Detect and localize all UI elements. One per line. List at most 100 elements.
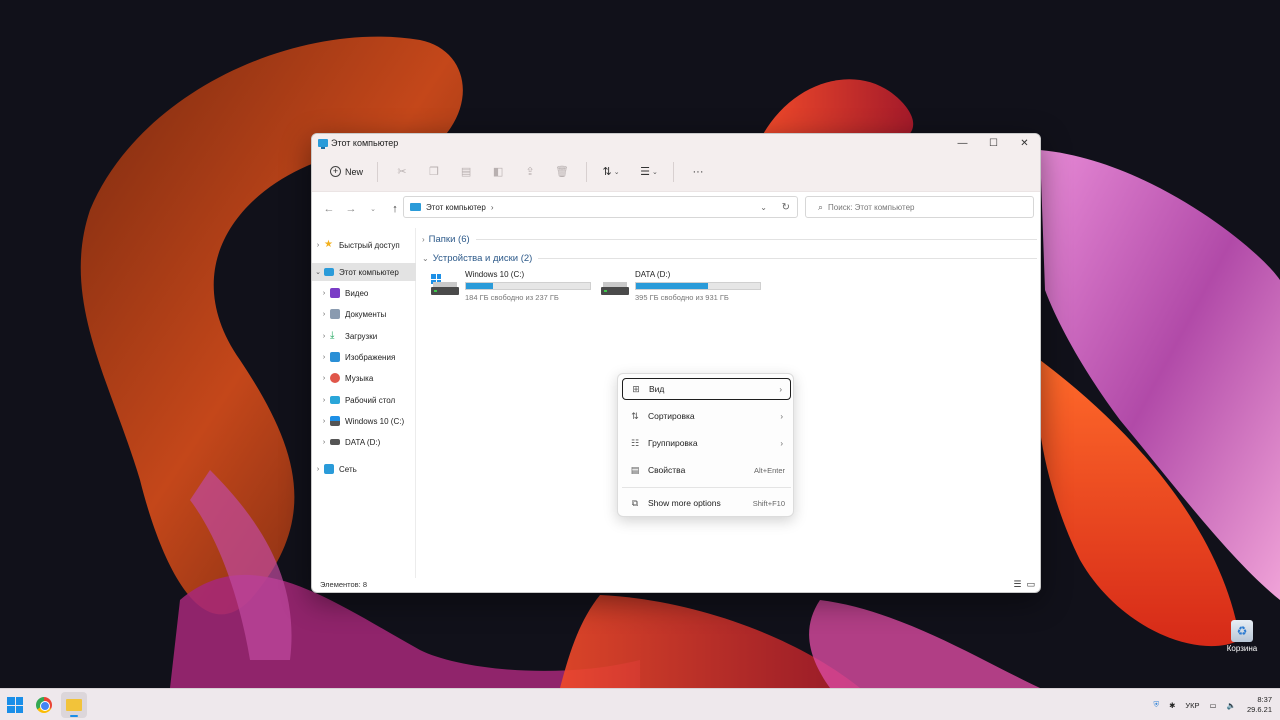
- plus-icon: +: [330, 166, 341, 177]
- toolbar-divider: [673, 161, 675, 182]
- file-explorer-taskbar-icon[interactable]: [61, 692, 87, 718]
- sidebar-item-label: Изображения: [345, 352, 396, 362]
- group-header-folders[interactable]: › Папки (6): [422, 234, 1037, 245]
- system-tray: ⛨ ✱ УКР ▭ 🔈 8:37 29.6.21: [1148, 689, 1272, 720]
- trash-icon: 🗑: [555, 166, 569, 178]
- computer-icon: [324, 268, 334, 276]
- rename-icon: ◧: [492, 166, 504, 178]
- network-icon[interactable]: ▭: [1210, 701, 1217, 710]
- group-header-devices[interactable]: ⌄ Устройства и диски (2): [422, 253, 1037, 264]
- maximize-button[interactable]: ☐: [978, 134, 1009, 152]
- drive-tile-d[interactable]: DATA (D:) 395 ГБ свободно из 931 ГБ: [601, 269, 761, 303]
- new-button-label: New: [345, 166, 364, 177]
- minimize-button[interactable]: —: [947, 134, 978, 152]
- delete-button[interactable]: 🗑: [546, 160, 578, 184]
- active-indicator: [70, 715, 78, 717]
- address-bar[interactable]: Этот компьютер › ⌄ ↻: [403, 196, 798, 218]
- group-divider: [475, 239, 1037, 240]
- video-icon: [330, 288, 340, 298]
- volume-icon[interactable]: 🔈: [1227, 701, 1236, 710]
- chevron-right-icon[interactable]: ›: [318, 354, 330, 361]
- sidebar-item-drive-d[interactable]: › DATA (D:): [312, 433, 416, 451]
- menu-item-view[interactable]: ⊞ Вид ›: [622, 378, 791, 400]
- address-history-dropdown[interactable]: ⌄: [760, 203, 767, 212]
- sidebar-item-label: Сеть: [339, 464, 357, 474]
- window-controls: — ☐ ✕: [947, 134, 1040, 152]
- share-button[interactable]: ⇪: [514, 160, 546, 184]
- submenu-chevron-icon: ›: [780, 411, 783, 421]
- back-button[interactable]: ←: [318, 203, 340, 215]
- sidebar-item-desktop[interactable]: › Рабочий стол: [312, 391, 416, 409]
- menu-shortcut: Shift+F10: [752, 498, 785, 508]
- context-menu: ⊞ Вид › ⇅ Сортировка › ☷ Группировка › ▤…: [617, 373, 794, 517]
- status-bar: Элементов: 8 ☰ ▭: [312, 576, 1040, 592]
- chrome-taskbar-icon[interactable]: [36, 697, 52, 713]
- ellipsis-icon: ···: [692, 165, 704, 178]
- start-button[interactable]: [7, 697, 23, 713]
- chevron-down-icon[interactable]: ⌄: [312, 268, 324, 276]
- more-options-button[interactable]: ···: [682, 160, 714, 184]
- sort-dropdown[interactable]: ⇅ ⌄: [595, 165, 627, 178]
- chevron-right-icon[interactable]: ›: [318, 290, 330, 297]
- bluetooth-icon[interactable]: ✱: [1169, 701, 1175, 710]
- sidebar-item-this-pc[interactable]: ⌄ Этот компьютер: [312, 263, 416, 281]
- drive-free-space: 395 ГБ свободно из 931 ГБ: [635, 293, 729, 302]
- breadcrumb-chevron-icon[interactable]: ›: [491, 203, 494, 212]
- cut-button[interactable]: ✂: [386, 160, 418, 184]
- group-header-label: Устройства и диски (2): [432, 253, 533, 264]
- sidebar-item-label: Видео: [345, 288, 369, 298]
- chevron-right-icon[interactable]: ›: [312, 242, 324, 249]
- menu-item-properties[interactable]: ▤ Свойства Alt+Enter: [622, 459, 791, 481]
- hard-drive-icon: [330, 439, 340, 445]
- language-indicator[interactable]: УКР: [1185, 701, 1199, 710]
- pictures-icon: [330, 352, 340, 362]
- rename-button[interactable]: ◧: [482, 160, 514, 184]
- group-list-icon: ☷: [630, 437, 640, 448]
- security-icon[interactable]: ⛨: [1153, 700, 1159, 710]
- view-dropdown[interactable]: ☰ ⌄: [633, 165, 665, 178]
- title-bar[interactable]: Этот компьютер — ☐ ✕: [312, 134, 1040, 152]
- search-box[interactable]: ⌕ Поиск: Этот компьютер: [805, 196, 1034, 218]
- copy-button[interactable]: ❐: [418, 160, 450, 184]
- sidebar-item-music[interactable]: › Музыка: [312, 369, 416, 387]
- windows-drive-icon: [431, 274, 459, 295]
- menu-item-show-more-options[interactable]: ⧉ Show more options Shift+F10: [622, 492, 791, 514]
- sidebar-item-network[interactable]: › Сеть: [312, 460, 416, 478]
- computer-icon: [410, 203, 421, 211]
- sidebar-item-pictures[interactable]: › Изображения: [312, 348, 416, 366]
- close-button[interactable]: ✕: [1009, 134, 1040, 152]
- recent-locations-button[interactable]: ⌄: [362, 205, 384, 213]
- sidebar-item-documents[interactable]: › Документы: [312, 305, 416, 323]
- drive-tile-c[interactable]: Windows 10 (C:) 184 ГБ свободно из 237 Г…: [431, 269, 591, 303]
- chevron-right-icon[interactable]: ›: [318, 439, 330, 446]
- drive-usage-bar: [465, 282, 591, 290]
- sidebar-item-videos[interactable]: › Видео: [312, 284, 416, 302]
- file-explorer-window: Этот компьютер — ☐ ✕ + New ✂ ❐ ▤ ◧ ⇪ 🗑 ⇅…: [311, 133, 1041, 593]
- chevron-right-icon[interactable]: ›: [312, 466, 324, 473]
- chevron-right-icon[interactable]: ›: [318, 311, 330, 318]
- sidebar-item-downloads[interactable]: › ⤓ Загрузки: [312, 327, 416, 345]
- menu-item-label: Группировка: [648, 438, 698, 448]
- details-view-icon[interactable]: ☰: [1013, 579, 1021, 590]
- chevron-right-icon[interactable]: ›: [318, 418, 330, 425]
- recycle-bin-shortcut[interactable]: ♻ Корзина: [1222, 620, 1262, 653]
- music-icon: [330, 373, 340, 383]
- view-toggle: ☰ ▭: [1013, 579, 1035, 590]
- sidebar-item-drive-c[interactable]: › Windows 10 (C:): [312, 412, 416, 430]
- sidebar-item-quick-access[interactable]: › ★ Быстрый доступ: [312, 236, 416, 254]
- chevron-right-icon[interactable]: ›: [318, 397, 330, 404]
- chevron-right-icon[interactable]: ›: [318, 333, 330, 340]
- desktop-icon: [330, 396, 340, 404]
- menu-item-label: Show more options: [648, 498, 721, 508]
- menu-item-sort[interactable]: ⇅ Сортировка ›: [622, 405, 791, 427]
- star-icon: ★: [324, 239, 333, 250]
- tiles-view-icon[interactable]: ▭: [1026, 579, 1035, 590]
- clock[interactable]: 8:37 29.6.21: [1247, 695, 1272, 715]
- menu-item-group-by[interactable]: ☷ Группировка ›: [622, 432, 791, 454]
- refresh-button[interactable]: ↻: [782, 202, 790, 213]
- network-icon: [324, 464, 334, 474]
- paste-button[interactable]: ▤: [450, 160, 482, 184]
- forward-button[interactable]: →: [340, 203, 362, 215]
- new-button[interactable]: + New: [324, 162, 369, 181]
- chevron-right-icon[interactable]: ›: [318, 375, 330, 382]
